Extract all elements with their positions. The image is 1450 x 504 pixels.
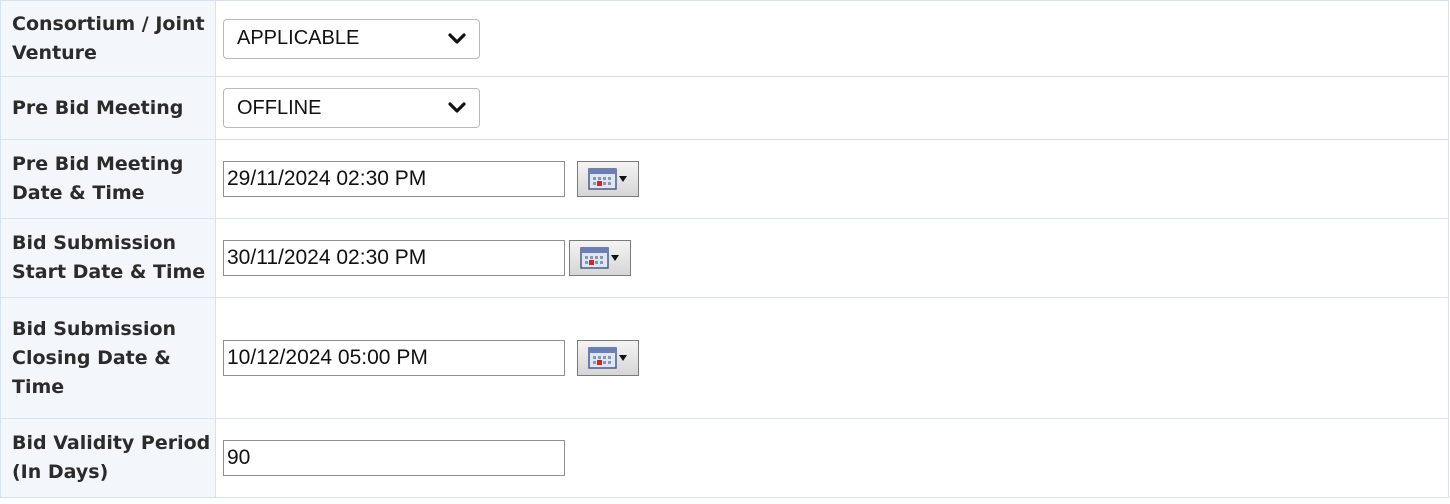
bid-closing-datetime-label: Bid Submission Closing Date & Time <box>0 297 216 419</box>
pre-bid-calendar-button[interactable] <box>577 161 639 197</box>
pre-bid-datetime-cell: 29/11/2024 02:30 PM <box>215 139 1449 219</box>
pre-bid-datetime-label: Pre Bid Meeting Date & Time <box>0 139 216 219</box>
bid-closing-datetime-cell: 10/12/2024 05:00 PM <box>215 297 1449 419</box>
consortium-label: Consortium / Joint Venture <box>0 0 216 77</box>
calendar-icon <box>588 347 627 369</box>
pre-bid-datetime-input[interactable]: 29/11/2024 02:30 PM <box>223 161 565 197</box>
calendar-icon <box>580 247 619 269</box>
bid-closing-datetime-input[interactable]: 10/12/2024 05:00 PM <box>223 340 565 376</box>
bid-validity-cell: 90 <box>215 418 1449 498</box>
form-row-consortium: Consortium / Joint Venture APPLICABLE <box>0 0 1449 77</box>
bid-start-datetime-label: Bid Submission Start Date & Time <box>0 218 216 298</box>
form-row-pre-bid-datetime: Pre Bid Meeting Date & Time 29/11/2024 0… <box>0 139 1449 219</box>
chevron-down-icon <box>448 102 466 113</box>
pre-bid-meeting-cell: OFFLINE <box>215 76 1449 140</box>
consortium-select-value: APPLICABLE <box>237 27 360 49</box>
bid-start-datetime-input[interactable]: 30/11/2024 02:30 PM <box>223 240 565 276</box>
bid-validity-label: Bid Validity Period (In Days) <box>0 418 216 498</box>
consortium-select[interactable]: APPLICABLE <box>223 18 480 59</box>
form-row-pre-bid-meeting: Pre Bid Meeting OFFLINE <box>0 76 1449 140</box>
bid-closing-calendar-button[interactable] <box>577 340 639 376</box>
bid-start-datetime-group: 30/11/2024 02:30 PM <box>223 240 1448 276</box>
pre-bid-datetime-group: 29/11/2024 02:30 PM <box>223 161 1448 197</box>
bid-closing-datetime-group: 10/12/2024 05:00 PM <box>223 340 1448 376</box>
consortium-cell: APPLICABLE <box>215 0 1449 77</box>
tender-details-form: Consortium / Joint Venture APPLICABLE Pr… <box>0 0 1449 498</box>
bid-start-datetime-cell: 30/11/2024 02:30 PM <box>215 218 1449 298</box>
form-row-bid-validity: Bid Validity Period (In Days) 90 <box>0 418 1449 498</box>
pre-bid-meeting-select-value: OFFLINE <box>237 96 322 119</box>
pre-bid-meeting-label: Pre Bid Meeting <box>0 76 216 140</box>
bid-validity-input[interactable]: 90 <box>223 440 565 476</box>
calendar-icon <box>588 168 627 190</box>
pre-bid-meeting-select[interactable]: OFFLINE <box>223 88 480 128</box>
form-row-bid-closing-datetime: Bid Submission Closing Date & Time 10/12… <box>0 297 1449 419</box>
form-row-bid-start-datetime: Bid Submission Start Date & Time 30/11/2… <box>0 218 1449 298</box>
chevron-down-icon <box>448 32 466 44</box>
bid-start-calendar-button[interactable] <box>569 240 631 276</box>
